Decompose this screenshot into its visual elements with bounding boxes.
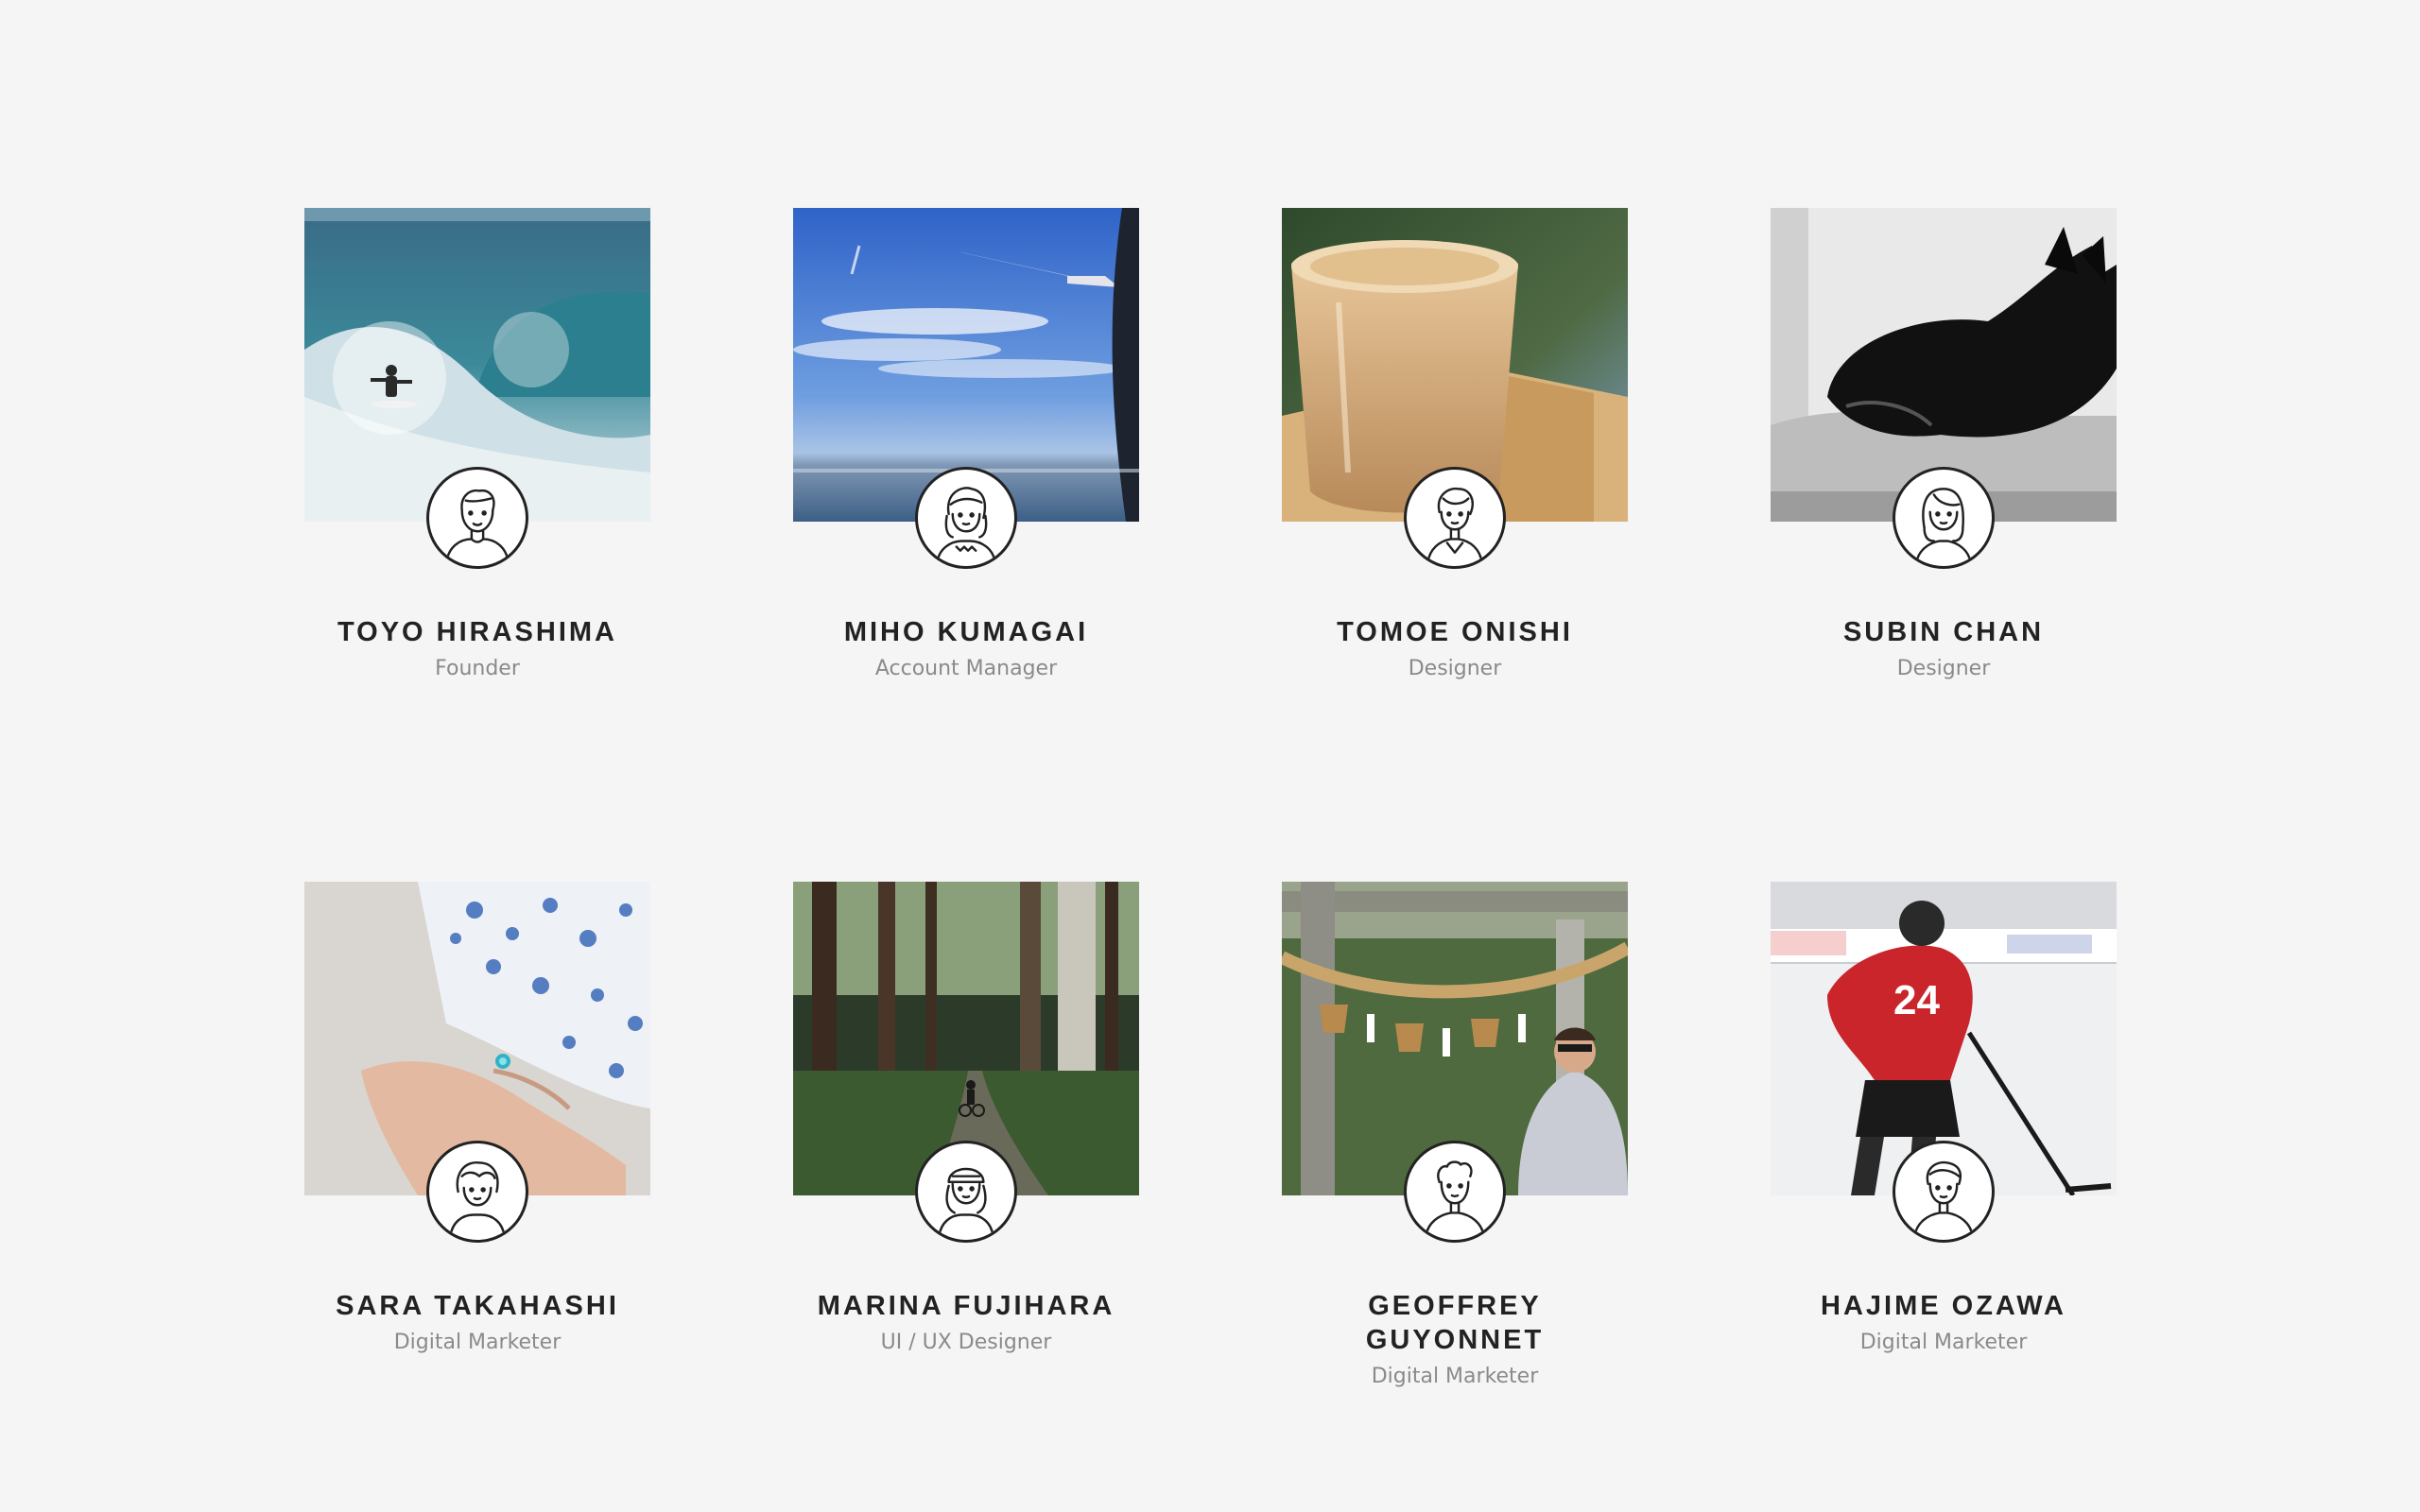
member-name: SARA TAKAHASHI bbox=[336, 1291, 619, 1321]
team-member-card[interactable]: SUBIN CHAN Designer bbox=[1771, 208, 2117, 683]
man-curly-hair-avatar-icon bbox=[1404, 1141, 1506, 1243]
woman-bangs-avatar-icon bbox=[915, 467, 1017, 569]
member-role: UI / UX Designer bbox=[880, 1331, 1052, 1354]
member-photo-frame bbox=[1282, 208, 1628, 569]
team-member-card[interactable]: MIHO KUMAGAI Account Manager bbox=[793, 208, 1139, 683]
team-member-card[interactable]: TOMOE ONISHI Designer bbox=[1282, 208, 1628, 683]
team-member-card[interactable]: MARINA FUJIHARA UI / UX Designer bbox=[793, 882, 1139, 1357]
member-name: TOYO HIRASHIMA bbox=[337, 617, 618, 647]
member-role: Digital Marketer bbox=[393, 1331, 562, 1354]
member-role: Digital Marketer bbox=[1371, 1365, 1539, 1388]
member-name: SUBIN CHAN bbox=[1842, 617, 2045, 647]
member-photo-frame bbox=[793, 208, 1139, 569]
member-role: Digital Marketer bbox=[1859, 1331, 2028, 1354]
team-grid: TOYO HIRASHIMA Founder MIHO KUMAGAI Acco… bbox=[0, 0, 2420, 1512]
member-photo-frame bbox=[1282, 882, 1628, 1243]
team-member-card[interactable]: GEOFFREY GUYONNET Digital Marketer bbox=[1282, 882, 1628, 1391]
team-member-card[interactable]: TOYO HIRASHIMA Founder bbox=[304, 208, 650, 683]
member-name: MIHO KUMAGAI bbox=[843, 617, 1089, 647]
member-photo-frame bbox=[1771, 208, 2117, 569]
team-member-card[interactable]: SARA TAKAHASHI Digital Marketer bbox=[304, 882, 650, 1357]
svg-text:24: 24 bbox=[1893, 977, 1940, 1023]
member-role: Founder bbox=[435, 657, 520, 680]
woman-wavy-hair-avatar-icon bbox=[426, 1141, 528, 1243]
member-name: TOMOE ONISHI bbox=[1337, 617, 1573, 647]
member-role: Designer bbox=[1408, 657, 1502, 680]
member-name: HAJIME OZAWA bbox=[1821, 1291, 2066, 1321]
man-short-hair-avatar-icon bbox=[426, 467, 528, 569]
member-role: Designer bbox=[1896, 657, 1991, 680]
member-photo-frame: 24 bbox=[1771, 882, 2117, 1243]
member-photo-frame bbox=[304, 208, 650, 569]
member-photo-frame bbox=[304, 882, 650, 1243]
team-member-card[interactable]: 24 HAJIME OZAWA Digital Marketer bbox=[1771, 882, 2117, 1357]
member-role: Account Manager bbox=[874, 657, 1058, 680]
woman-short-hair-avatar-icon bbox=[1404, 467, 1506, 569]
member-name: GEOFFREY GUYONNET bbox=[1365, 1291, 1545, 1355]
member-name: MARINA FUJIHARA bbox=[817, 1291, 1115, 1321]
man-swept-hair-avatar-icon bbox=[1893, 1141, 1995, 1243]
woman-long-hair-avatar-icon bbox=[1893, 467, 1995, 569]
woman-beanie-avatar-icon bbox=[915, 1141, 1017, 1243]
member-photo-frame bbox=[793, 882, 1139, 1243]
